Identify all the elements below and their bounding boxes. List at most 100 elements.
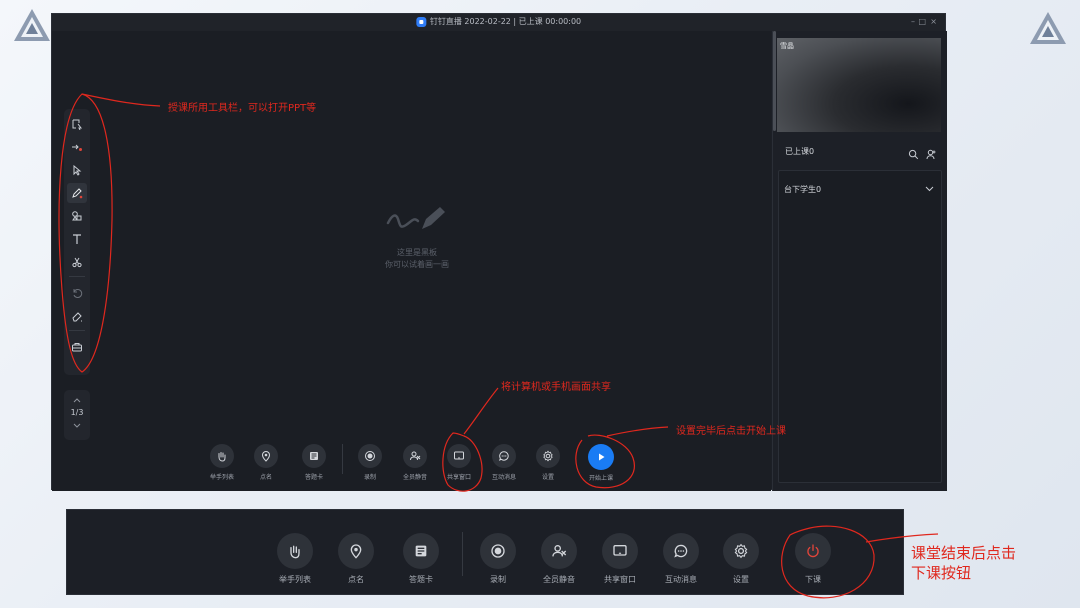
annotation-share: 将计算机或手机画面共享	[501, 382, 611, 393]
bb-record-label: 录制	[490, 575, 506, 584]
panel-scrollbar[interactable]	[773, 31, 776, 131]
hand-icon	[218, 452, 226, 462]
record-label: 录制	[363, 474, 376, 481]
annotation-end: 课堂结束后点击 下课按钮	[911, 543, 1016, 583]
undo-icon[interactable]	[67, 283, 87, 303]
shapes-icon[interactable]	[67, 206, 87, 226]
bottom-control-bar: 举手列表 点名 答题卡 录制 全员静音 共享窗口 互动消息 设置 下课	[66, 509, 904, 595]
annotation-start: 设置完毕后点击开始上课	[676, 426, 786, 437]
messages-button[interactable]: 互动消息	[484, 444, 524, 481]
mute-icon	[410, 451, 421, 461]
pen-icon[interactable]	[67, 183, 87, 203]
bb-share-window-button[interactable]: 共享窗口	[585, 533, 655, 585]
teaching-toolbar	[64, 109, 90, 375]
window-title: 钉钉直播 2022-02-22 | 已上课 00:00:00	[429, 17, 582, 26]
screen-share-icon	[454, 451, 464, 460]
answer-card-button[interactable]: 答题卡	[294, 444, 334, 481]
laser-pointer-icon[interactable]	[67, 137, 87, 157]
live-class-window: 钉钉直播 2022-02-22 | 已上课 00:00:00 – □ × 1/3…	[51, 13, 947, 491]
roll-call-button[interactable]: 点名	[246, 444, 286, 481]
mute-all-label: 全员静音	[402, 474, 427, 481]
minimize-button[interactable]: –	[911, 17, 915, 27]
hint-line-2: 你可以试着画一画	[385, 260, 449, 269]
students-list: 台下学生0	[778, 170, 942, 483]
end-class-label: 下课	[805, 575, 821, 584]
bb-settings-button[interactable]: 设置	[706, 533, 776, 585]
cursor-icon[interactable]	[67, 160, 87, 180]
settings-button[interactable]: 设置	[528, 444, 568, 481]
hint-line-1: 这里是黑板	[397, 248, 437, 257]
raise-hand-button[interactable]: 举手列表	[202, 444, 242, 481]
record-button[interactable]: 录制	[350, 444, 390, 481]
control-divider	[342, 444, 343, 474]
card-icon	[310, 452, 318, 460]
annotation-end-line-1: 课堂结束后点击	[911, 544, 1017, 562]
page-indicator: 1/3	[70, 408, 84, 417]
settings-label: 设置	[541, 474, 554, 481]
answer-card-label: 答题卡	[304, 474, 323, 481]
bb-roll-call-label: 点名	[348, 575, 364, 584]
gear-icon	[734, 543, 748, 559]
bb-share-window-label: 共享窗口	[604, 575, 636, 584]
select-region-icon[interactable]	[67, 114, 87, 134]
chevron-down-icon[interactable]	[925, 186, 934, 192]
page-down-button[interactable]	[64, 420, 90, 432]
blackboard-hint: 这里是黑板 你可以试着画一画	[342, 201, 492, 271]
roll-call-label: 点名	[259, 474, 272, 481]
bb-record-button[interactable]: 录制	[463, 533, 533, 585]
video-name: 雪晶	[780, 42, 794, 50]
bb-raise-hand-button[interactable]: 举手列表	[260, 533, 330, 585]
messages-label: 互动消息	[491, 474, 516, 481]
end-class-button[interactable]: 下课	[778, 533, 848, 585]
bb-mute-all-button[interactable]: 全员静音	[524, 533, 594, 585]
raise-hand-label: 举手列表	[209, 474, 234, 481]
screen-share-icon	[613, 545, 627, 556]
teacher-video: 雪晶	[777, 38, 941, 132]
chat-icon	[498, 451, 509, 461]
hand-icon	[290, 545, 300, 559]
toolbox-icon[interactable]	[67, 337, 87, 357]
annotation-toolbar: 授课所用工具栏，可以打开PPT等	[168, 103, 317, 114]
chevron-down-icon	[73, 423, 81, 428]
start-class-button[interactable]: 开始上课	[581, 444, 621, 482]
location-pin-icon	[261, 451, 271, 462]
bb-raise-hand-label: 举手列表	[279, 575, 311, 584]
record-icon	[491, 544, 505, 558]
maximize-button[interactable]: □	[918, 17, 926, 27]
chat-icon	[674, 544, 688, 558]
dingtalk-logo-icon	[415, 16, 426, 27]
toolbar-divider	[69, 276, 85, 277]
bb-settings-label: 设置	[733, 575, 749, 584]
page-navigator: 1/3	[64, 390, 90, 440]
bb-answer-card-button[interactable]: 答题卡	[386, 533, 456, 585]
mute-icon	[552, 545, 567, 557]
start-class-label: 开始上课	[588, 475, 613, 482]
annotation-end-line-2: 下课按钮	[911, 564, 972, 582]
text-icon[interactable]	[67, 229, 87, 249]
toolbar-divider	[69, 330, 85, 331]
gear-icon	[543, 450, 553, 462]
students-label: 台下学生0	[784, 185, 822, 194]
share-window-label: 共享窗口	[446, 474, 471, 481]
add-user-icon[interactable]	[926, 145, 937, 160]
play-icon	[599, 453, 605, 461]
bb-roll-call-button[interactable]: 点名	[321, 533, 391, 585]
eraser-icon[interactable]	[67, 306, 87, 326]
title-bar: 钉钉直播 2022-02-22 | 已上课 00:00:00 – □ ×	[52, 14, 945, 31]
record-icon	[365, 451, 375, 461]
page-up-button[interactable]	[64, 394, 90, 406]
close-button[interactable]: ×	[930, 17, 937, 27]
card-icon	[415, 545, 427, 557]
scissors-icon[interactable]	[67, 252, 87, 272]
chevron-up-icon	[73, 398, 81, 403]
power-icon	[807, 544, 819, 558]
logo-right	[1028, 10, 1068, 46]
search-icon[interactable]	[908, 145, 919, 160]
scribble-pen-icon	[386, 207, 445, 229]
mute-all-button[interactable]: 全员静音	[395, 444, 435, 481]
logo-left	[12, 7, 52, 43]
bb-mute-all-label: 全员静音	[543, 575, 575, 584]
blackboard[interactable]: 1/3 这里是黑板 你可以试着画一画 举手列表 点名 答题卡 录制 全员静音 共…	[52, 31, 771, 491]
share-window-button[interactable]: 共享窗口	[439, 444, 479, 481]
location-pin-icon	[350, 544, 362, 559]
